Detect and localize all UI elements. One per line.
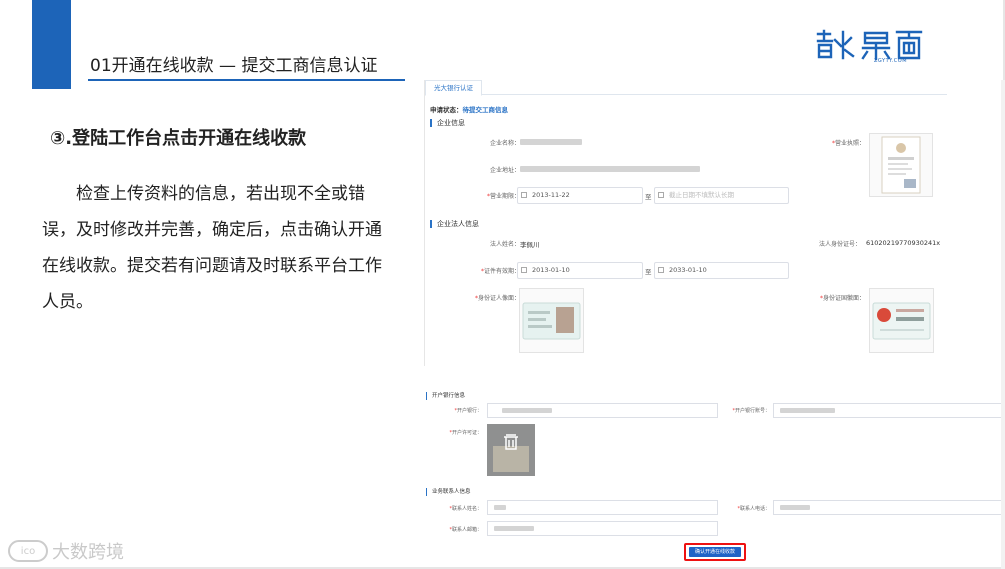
page-title: 01开通在线收款 — 提交工商信息认证	[90, 56, 378, 76]
company-name-label: 企业名称：	[489, 140, 520, 147]
id-valid-label: *证件有效期：	[480, 268, 520, 275]
section-legal: 企业法人信息	[430, 220, 479, 228]
id-card-front-icon	[522, 302, 581, 340]
calendar-icon	[658, 192, 664, 198]
to-label: 至	[645, 193, 652, 201]
verification-panel: 光大银行认证 申请状态：待提交工商信息 企业信息 企业名称： 企业地址： *营业…	[424, 80, 947, 366]
calendar-icon	[521, 192, 527, 198]
status-value: 待提交工商信息	[462, 106, 509, 114]
id-front-label: *身份证人像面：	[474, 295, 520, 302]
tab-bank-verification[interactable]: 光大银行认证	[425, 80, 482, 96]
permit-image[interactable]	[487, 424, 535, 476]
step-title: ③.登陆工作台点击开通在线收款	[50, 128, 307, 149]
bank-label: *开户银行：	[454, 408, 482, 414]
legal-id-label: 法人身份证号：	[818, 241, 861, 248]
trash-icon[interactable]	[487, 424, 535, 476]
legal-name-value: 李佩川	[520, 241, 540, 249]
id-end-date[interactable]: 2033-01-10	[654, 262, 789, 279]
contact-name-input[interactable]	[487, 500, 718, 515]
accent-bar	[32, 0, 71, 89]
section-contact: 业务联系人信息	[426, 488, 471, 496]
contact-email-label: *联系人邮箱：	[449, 527, 482, 533]
confirm-open-collection-button[interactable]: 确认开通在线收款	[689, 547, 741, 557]
id-start-date[interactable]: 2013-01-10	[517, 262, 643, 279]
scrollbar[interactable]	[1001, 80, 1005, 569]
account-label: *开户银行账号：	[732, 408, 770, 414]
status-label: 申请状态：	[430, 106, 463, 114]
account-input[interactable]	[773, 403, 1005, 418]
id-back-image[interactable]	[869, 288, 934, 353]
status-row: 申请状态：待提交工商信息	[430, 104, 508, 114]
bank-input[interactable]	[487, 403, 718, 418]
license-label: *营业执照：	[831, 140, 865, 147]
permit-label: *开户许可证：	[449, 430, 482, 436]
company-address-label: 企业地址：	[489, 167, 520, 174]
company-name-redacted	[520, 139, 582, 145]
calendar-icon	[658, 267, 664, 273]
id-back-label: *身份证国徽面：	[819, 295, 865, 302]
watermark-text: 大数跨境	[52, 542, 124, 563]
logo-subtext: ZGYTY.COM	[874, 58, 908, 64]
watermark: ico 大数跨境	[8, 538, 124, 564]
contact-name-label: *联系人姓名：	[449, 506, 482, 512]
company-address-redacted	[520, 166, 700, 172]
license-document-icon	[881, 136, 921, 194]
watermark-logo-icon: ico	[8, 540, 48, 562]
confirm-highlight: 确认开通在线收款	[684, 543, 746, 561]
section-company: 企业信息	[430, 119, 465, 127]
business-license-image[interactable]	[869, 133, 933, 197]
title-underline	[88, 79, 405, 81]
id-front-image[interactable]	[519, 288, 584, 353]
legal-id-value: 610202197709302​41x	[866, 239, 941, 247]
business-start-date[interactable]: 2013-11-22	[517, 187, 643, 204]
tab-bar: 光大银行认证	[425, 80, 947, 96]
section-bank: 开户银行信息	[426, 392, 465, 400]
slide: 01开通在线收款 — 提交工商信息认证 ZGYTY.COM ③.登陆工作台点击开…	[0, 0, 1005, 569]
legal-name-label: 法人姓名：	[489, 241, 520, 248]
contact-phone-input[interactable]	[773, 500, 1005, 515]
business-period-label: *营业期限：	[486, 193, 520, 200]
to-label: 至	[645, 268, 652, 276]
business-end-date[interactable]: 截止日期不填默认长期	[654, 187, 789, 204]
contact-email-input[interactable]	[487, 521, 718, 536]
contact-phone-label: *联系人电话：	[737, 506, 770, 512]
id-card-back-icon	[872, 302, 931, 340]
step-description: 检查上传资料的信息，若出现不全或错误，及时修改并完善，确定后，点击确认开通在线收…	[42, 184, 382, 312]
calendar-icon	[521, 267, 527, 273]
